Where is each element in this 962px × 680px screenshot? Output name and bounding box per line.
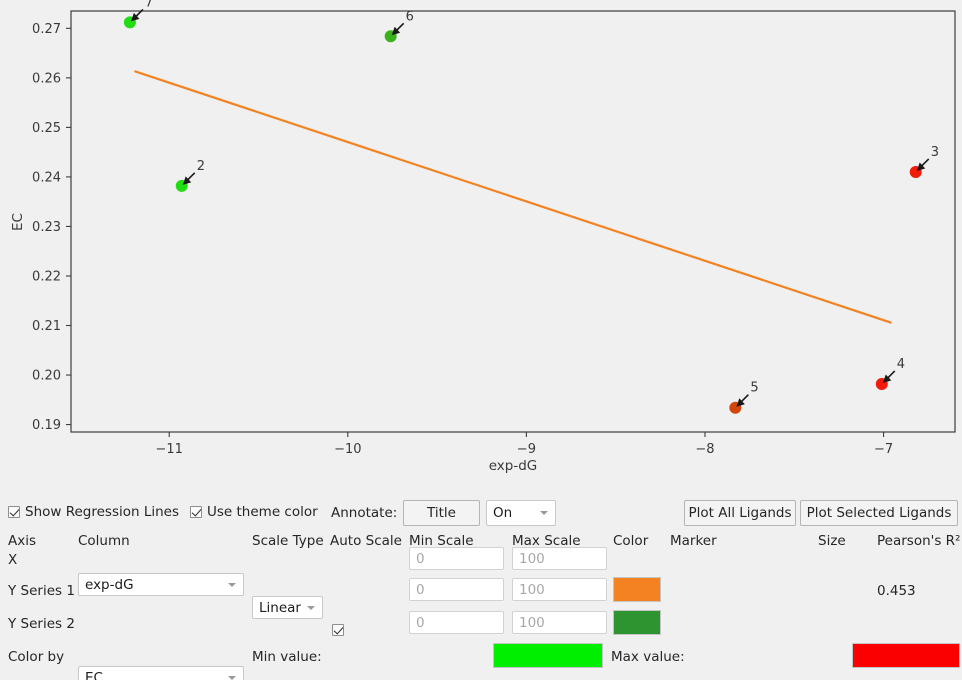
- y-axis-label: EC: [10, 213, 26, 231]
- point-label: 4: [897, 357, 905, 372]
- y1-column-value: EC: [85, 670, 103, 680]
- plot-window: −11 −10 −9 −8 −7 0.19 0.20 0.21 0.22 0.23 0.24 0.25…: [0, 0, 962, 680]
- max-value-label: Max value:: [611, 649, 685, 665]
- point-label: 2: [197, 159, 205, 174]
- x-tick-label: −10: [334, 442, 361, 457]
- use-theme-color-label: Use theme color: [207, 504, 318, 520]
- color-by-label: Color by: [8, 649, 64, 665]
- x-auto-scale-checkbox[interactable]: [332, 624, 344, 636]
- plot-all-ligands-button[interactable]: Plot All Ligands: [684, 500, 796, 526]
- header-size: Size: [818, 533, 846, 549]
- header-pearson-r2: Pearson's R²: [877, 533, 960, 549]
- show-regression-lines-label: Show Regression Lines: [25, 504, 179, 520]
- show-regression-lines-checkbox-box[interactable]: [8, 506, 20, 518]
- row-label-y1: Y Series 1: [8, 583, 75, 599]
- chevron-down-icon: [228, 583, 236, 587]
- y2-color-swatch[interactable]: [613, 610, 661, 635]
- y1-column-combo[interactable]: EC: [78, 666, 244, 680]
- row-label-y2: Y Series 2: [8, 616, 75, 632]
- y-tick-label: 0.23: [32, 220, 61, 235]
- y-tick-label: 0.26: [32, 71, 61, 86]
- x-tick-label: −11: [156, 442, 183, 457]
- y1-pearson-r2-value: 0.453: [877, 583, 916, 599]
- y2-max-scale-input[interactable]: 100: [512, 611, 607, 634]
- y-tick-label: 0.21: [32, 319, 61, 334]
- header-axis: Axis: [8, 533, 36, 549]
- point-label: 5: [750, 381, 758, 396]
- row-label-x: X: [8, 552, 17, 568]
- y1-max-scale-input[interactable]: 100: [512, 578, 607, 601]
- min-value-label: Min value:: [252, 649, 322, 665]
- y-tick-label: 0.27: [32, 22, 61, 37]
- use-theme-color-checkbox[interactable]: Use theme color: [190, 504, 318, 520]
- x-column-value: exp-dG: [85, 577, 134, 593]
- x-min-scale-input[interactable]: 0: [409, 547, 504, 570]
- min-color-swatch[interactable]: [493, 643, 603, 668]
- annotate-label: Annotate:: [331, 505, 397, 521]
- annotate-mode-value: On: [493, 505, 512, 521]
- annotate-mode-combo[interactable]: On: [486, 500, 556, 526]
- show-regression-lines-checkbox[interactable]: Show Regression Lines: [8, 504, 179, 520]
- header-column: Column: [78, 533, 130, 549]
- x-tick-label: −9: [517, 442, 536, 457]
- y-tick-label: 0.25: [32, 121, 61, 136]
- point-label: 3: [931, 145, 939, 160]
- x-tick-label: −7: [874, 442, 893, 457]
- annotate-title-button[interactable]: Title: [403, 500, 480, 526]
- x-scale-type-combo[interactable]: Linear: [252, 596, 323, 619]
- x-axis-label: exp-dG: [489, 458, 538, 474]
- y1-min-scale-input[interactable]: 0: [409, 578, 504, 601]
- y-tick-label: 0.22: [32, 269, 61, 284]
- max-color-swatch[interactable]: [852, 643, 960, 668]
- y-tick-label: 0.24: [32, 170, 61, 185]
- plot-controls-panel: Show Regression Lines Use theme color An…: [0, 492, 962, 680]
- chevron-down-icon: [228, 676, 236, 680]
- x-column-combo[interactable]: exp-dG: [78, 573, 244, 596]
- y-tick-label: 0.19: [32, 418, 61, 433]
- point-label: 7: [145, 0, 153, 10]
- plot-selected-ligands-button[interactable]: Plot Selected Ligands: [800, 500, 958, 526]
- header-marker: Marker: [670, 533, 717, 549]
- use-theme-color-checkbox-box[interactable]: [190, 506, 202, 518]
- y2-min-scale-input[interactable]: 0: [409, 611, 504, 634]
- header-color: Color: [613, 533, 648, 549]
- x-tick-label: −8: [695, 442, 714, 457]
- x-max-scale-input[interactable]: 100: [512, 547, 607, 570]
- header-scale-type: Scale Type: [252, 533, 324, 549]
- scatter-plot[interactable]: −11 −10 −9 −8 −7 0.19 0.20 0.21 0.22 0.23 0.24 0.25…: [0, 0, 962, 492]
- y1-color-swatch[interactable]: [613, 577, 661, 602]
- point-label: 6: [406, 9, 414, 24]
- chevron-down-icon: [540, 511, 548, 515]
- plot-frame: [71, 11, 955, 432]
- y-tick-label: 0.20: [32, 369, 61, 384]
- plot-canvas[interactable]: −11 −10 −9 −8 −7 0.19 0.20 0.21 0.22 0.23 0.24 0.25…: [0, 0, 962, 492]
- chevron-down-icon: [307, 606, 315, 610]
- header-auto-scale: Auto Scale: [330, 533, 402, 549]
- x-scale-type-value: Linear: [259, 600, 301, 616]
